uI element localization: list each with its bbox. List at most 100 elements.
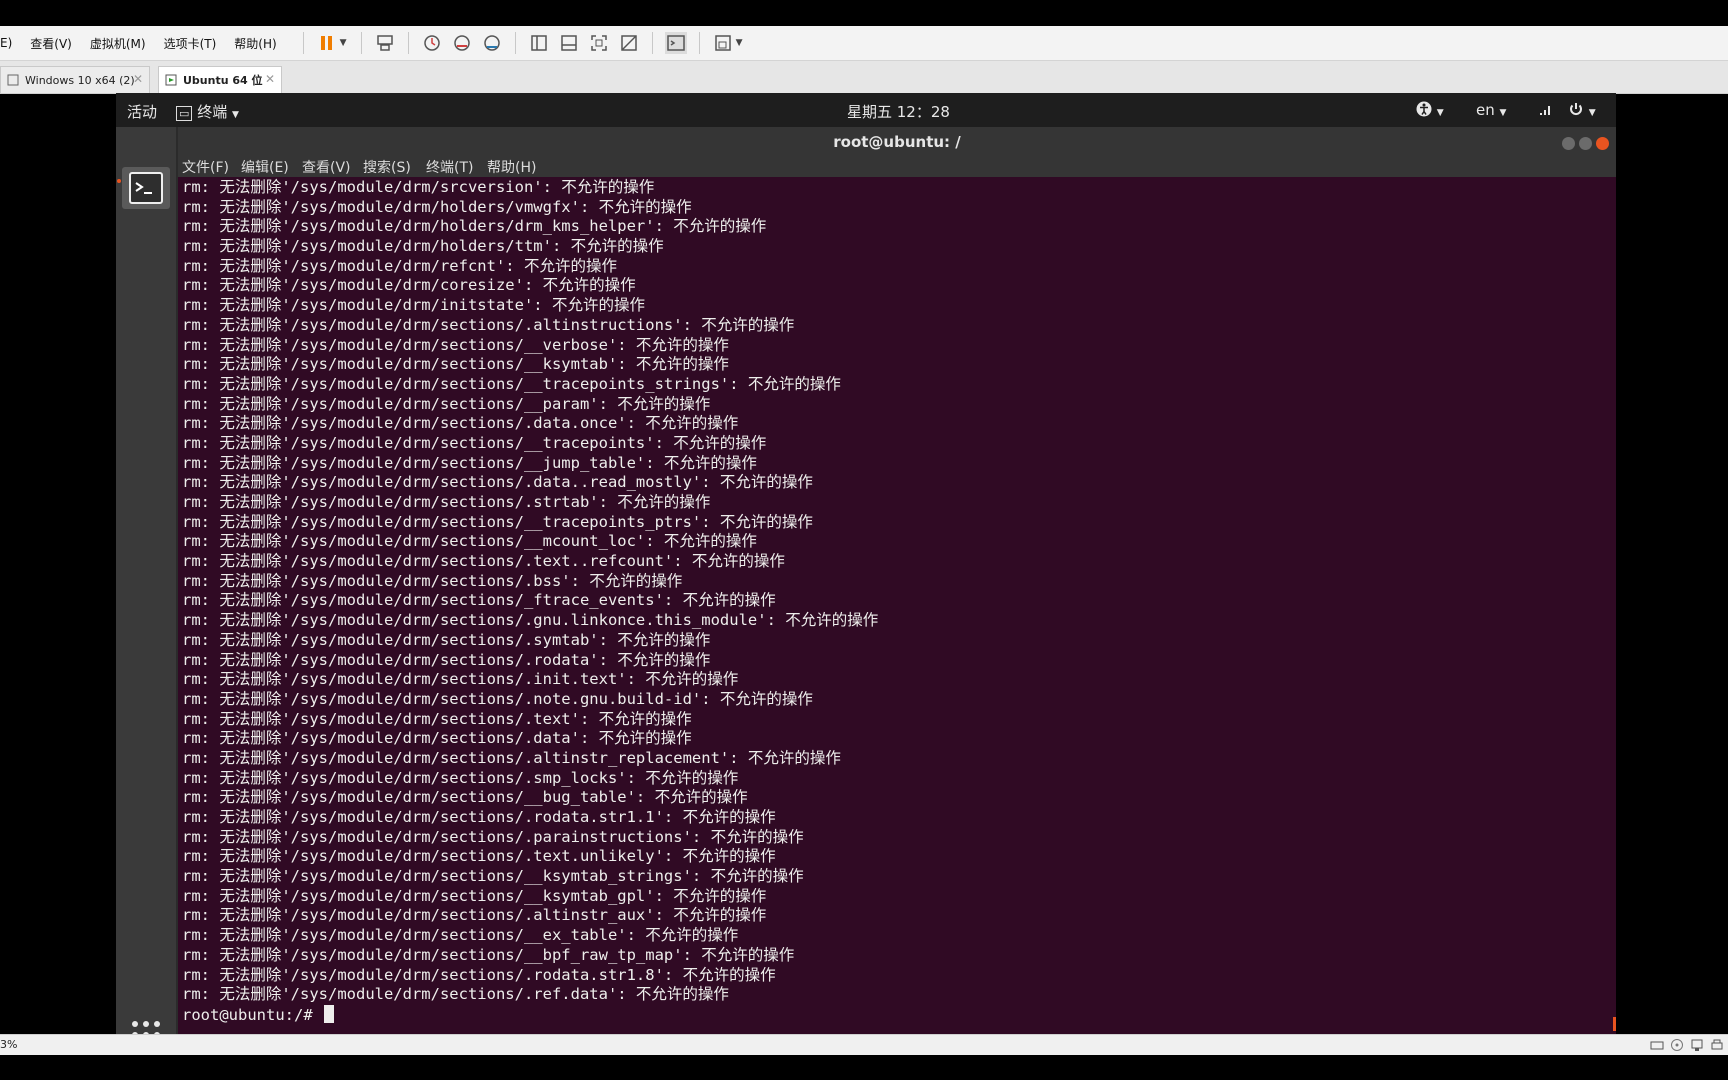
terminal-line: rm: 无法删除'/sys/module/drm/sections/.strta…: [182, 493, 711, 511]
toolbar-separator: [407, 32, 409, 54]
terminal-line: rm: 无法删除'/sys/module/drm/sections/.altin…: [182, 315, 795, 334]
terminal-line: rm: 无法删除'/sys/module/drm/sections/.ref.d…: [182, 985, 729, 1004]
chevron-down-icon: ▼: [231, 110, 239, 120]
guest-display[interactable]: 活动 ▭ 终端 ▼ 星期五 12：28 ▼ en ▼ ▼ root@ubuntu…: [116, 93, 1616, 1049]
dock-terminal-launcher[interactable]: [122, 167, 170, 209]
menu-view[interactable]: 查看(V): [302, 157, 351, 177]
close-button[interactable]: [1596, 137, 1609, 150]
status-text: 3%: [0, 1038, 18, 1051]
fullscreen-icon[interactable]: [588, 32, 610, 54]
revert-snapshot-icon[interactable]: [451, 32, 473, 54]
menu-search[interactable]: 搜索(S): [363, 157, 411, 177]
terminal-line: rm: 无法删除'/sys/module/drm/sections/__ksym…: [182, 867, 804, 886]
terminal-line: rm: 无法删除'/sys/module/drm/sections/.altin…: [182, 748, 841, 767]
text-cursor: [323, 1004, 334, 1023]
cd-icon[interactable]: [1670, 1038, 1684, 1052]
terminal-line: rm: 无法删除'/sys/module/drm/initstate': 不允许…: [182, 296, 645, 315]
terminal-line: rm: 无法删除'/sys/module/drm/sections/_ftrac…: [182, 591, 776, 610]
vmware-statusbar: 3%: [0, 1034, 1728, 1055]
terminal-line: rm: 无法删除'/sys/module/drm/sections/.init.…: [182, 670, 739, 689]
console-icon[interactable]: [664, 32, 687, 54]
vm-menu-view[interactable]: 查看(V): [30, 35, 72, 52]
input-method-label: en: [1476, 101, 1495, 119]
terminal-lines: rm: 无法删除'/sys/module/drm/srcversion': 不允…: [182, 178, 878, 1025]
snapshot-manager-icon[interactable]: [481, 32, 503, 54]
printer-icon[interactable]: [1710, 1038, 1724, 1052]
terminal-line: rm: 无法删除'/sys/module/drm/sections/.smp_l…: [182, 768, 739, 787]
terminal-line: rm: 无法删除'/sys/module/drm/sections/__para…: [182, 394, 711, 413]
pause-icon[interactable]: [316, 32, 338, 54]
view-icon[interactable]: [528, 32, 550, 54]
menu-terminal[interactable]: 终端(T): [426, 157, 473, 177]
terminal-line: rm: 无法删除'/sys/module/drm/sections/.altin…: [182, 906, 767, 925]
terminal-line: rm: 无法删除'/sys/module/drm/sections/__ksym…: [182, 355, 729, 374]
hard-disk-icon[interactable]: [1650, 1038, 1664, 1052]
vm-menu-edit[interactable]: E): [0, 36, 12, 50]
console-view-icon[interactable]: [558, 32, 580, 54]
terminal-line: rm: 无法删除'/sys/module/drm/sections/.parai…: [182, 827, 804, 846]
input-method-menu[interactable]: en ▼: [1476, 101, 1506, 119]
tab-windows10[interactable]: Windows 10 x64 (2) ✕: [0, 66, 150, 93]
app-menu[interactable]: ▭ 终端 ▼: [176, 101, 239, 122]
toolbar-separator: [360, 32, 362, 54]
terminal-line: rm: 无法删除'/sys/module/drm/coresize': 不允许的…: [182, 276, 636, 295]
network-icon[interactable]: [1538, 101, 1554, 119]
pause-dropdown-icon[interactable]: ▼: [340, 38, 347, 48]
toolbar-separator: [514, 32, 516, 54]
terminal-line: rm: 无法删除'/sys/module/drm/sections/__ex_t…: [182, 926, 739, 945]
stretch-dropdown-icon[interactable]: ▼: [736, 38, 743, 48]
minimize-button[interactable]: [1562, 137, 1575, 150]
terminal-icon: ▭: [176, 106, 193, 121]
stretch-icon[interactable]: [712, 32, 734, 54]
terminal-line: rm: 无法删除'/sys/module/drm/sections/.bss':…: [182, 571, 683, 590]
accessibility-icon[interactable]: ▼: [1416, 101, 1444, 119]
terminal-menubar: 文件(F) 编辑(E) 查看(V) 搜索(S) 终端(T) 帮助(H): [178, 155, 1616, 177]
terminal-line: rm: 无法删除'/sys/module/drm/sections/__trac…: [182, 433, 767, 452]
terminal-line: rm: 无法删除'/sys/module/drm/sections/__mcou…: [182, 532, 757, 551]
snapshot-icon[interactable]: [421, 32, 443, 54]
unity-icon[interactable]: [618, 32, 640, 54]
terminal-line: rm: 无法删除'/sys/module/drm/sections/.data.…: [182, 473, 813, 492]
terminal-line: rm: 无法删除'/sys/module/drm/sections/.gnu.l…: [182, 611, 879, 630]
window-title: root@ubuntu: /: [833, 133, 961, 151]
terminal-icon: [129, 172, 163, 204]
send-ctrl-alt-del-icon[interactable]: [374, 32, 396, 54]
terminal-line: rm: 无法删除'/sys/module/drm/sections/.text.…: [182, 847, 776, 866]
menu-help[interactable]: 帮助(H): [487, 157, 536, 177]
toolbar-separator: [651, 32, 653, 54]
close-icon[interactable]: ✕: [265, 72, 275, 86]
terminal-line: rm: 无法删除'/sys/module/drm/sections/__verb…: [182, 335, 729, 354]
terminal-line: rm: 无法删除'/sys/module/drm/sections/.data'…: [182, 729, 692, 748]
terminal-line: rm: 无法删除'/sys/module/drm/sections/__bpf_…: [182, 945, 795, 964]
network-adapter-icon[interactable]: [1690, 1038, 1704, 1052]
activities-button[interactable]: 活动: [127, 101, 157, 122]
menu-file[interactable]: 文件(F): [182, 157, 229, 177]
toolbar-separator: [302, 32, 304, 54]
terminal-line: rm: 无法删除'/sys/module/drm/sections/.rodat…: [182, 808, 776, 826]
maximize-button[interactable]: [1579, 137, 1592, 150]
prompt-line: root@ubuntu:/#: [182, 1004, 878, 1025]
power-icon[interactable]: ▼: [1568, 101, 1596, 119]
terminal-line: rm: 无法删除'/sys/module/drm/holders/ttm': 不…: [182, 237, 664, 256]
vm-menu-help[interactable]: 帮助(H): [234, 35, 276, 52]
terminal-line: rm: 无法删除'/sys/module/drm/sections/.rodat…: [182, 650, 711, 669]
tab-label: Ubuntu 64 位: [183, 74, 263, 87]
vm-menu-tabs[interactable]: 选项卡(T): [164, 35, 217, 52]
tab-ubuntu[interactable]: Ubuntu 64 位 ✕: [158, 66, 282, 93]
vm-menu-vm[interactable]: 虚拟机(M): [90, 35, 146, 52]
tab-label: Windows 10 x64 (2): [25, 73, 135, 87]
vmware-tabbar: Windows 10 x64 (2) ✕ Ubuntu 64 位 ✕: [0, 61, 1728, 94]
terminal-line: rm: 无法删除'/sys/module/drm/sections/.note.…: [182, 689, 813, 708]
close-icon[interactable]: ✕: [133, 72, 143, 86]
app-menu-label: 终端: [197, 103, 228, 121]
terminal-line: rm: 无法删除'/sys/module/drm/sections/.text.…: [182, 552, 785, 571]
terminal-line: rm: 无法删除'/sys/module/drm/sections/.symta…: [182, 630, 711, 649]
vmware-menubar: E) 查看(V) 虚拟机(M) 选项卡(T) 帮助(H) ▼ ▼: [0, 26, 1728, 61]
terminal-output[interactable]: rm: 无法删除'/sys/module/drm/srcversion': 不允…: [178, 177, 1616, 1034]
terminal-line: rm: 无法删除'/sys/module/drm/sections/__trac…: [182, 374, 841, 393]
clock[interactable]: 星期五 12：28: [847, 101, 950, 122]
terminal-line: rm: 无法删除'/sys/module/drm/sections/__ksym…: [182, 886, 767, 905]
terminal-line: rm: 无法删除'/sys/module/drm/sections/.data.…: [182, 414, 739, 433]
scrollbar-indicator[interactable]: [1613, 1017, 1616, 1031]
menu-edit[interactable]: 编辑(E): [241, 157, 289, 177]
